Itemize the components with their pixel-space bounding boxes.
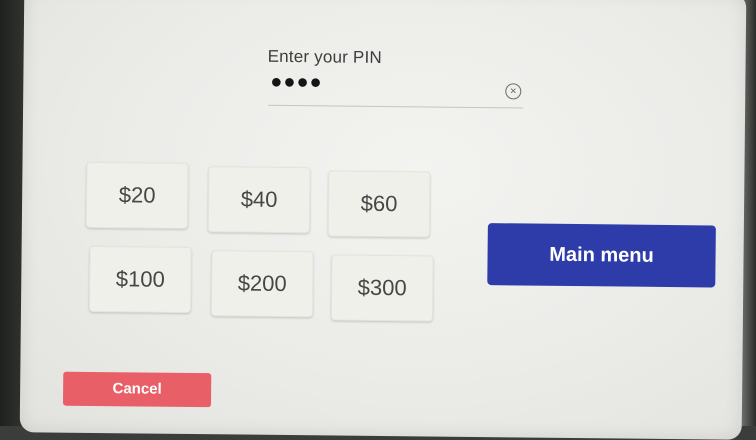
pin-masked-value: ●●●● <box>270 70 323 94</box>
clear-icon[interactable]: × <box>505 83 522 100</box>
amount-button-100[interactable]: $100 <box>88 245 192 313</box>
pin-label: Enter your PIN <box>267 46 383 67</box>
atm-screen: Enter your PIN ●●●● × $20 $40 $60 $100 $… <box>19 0 747 440</box>
main-menu-button[interactable]: Main menu <box>487 223 716 288</box>
amount-button-200[interactable]: $200 <box>210 250 314 318</box>
amount-button-300[interactable]: $300 <box>330 254 434 322</box>
amount-button-40[interactable]: $40 <box>207 166 311 234</box>
amount-button-60[interactable]: $60 <box>327 170 431 238</box>
cancel-button[interactable]: Cancel <box>62 371 212 408</box>
amount-button-20[interactable]: $20 <box>85 161 189 229</box>
pin-input[interactable]: ●●●● × <box>268 68 524 109</box>
